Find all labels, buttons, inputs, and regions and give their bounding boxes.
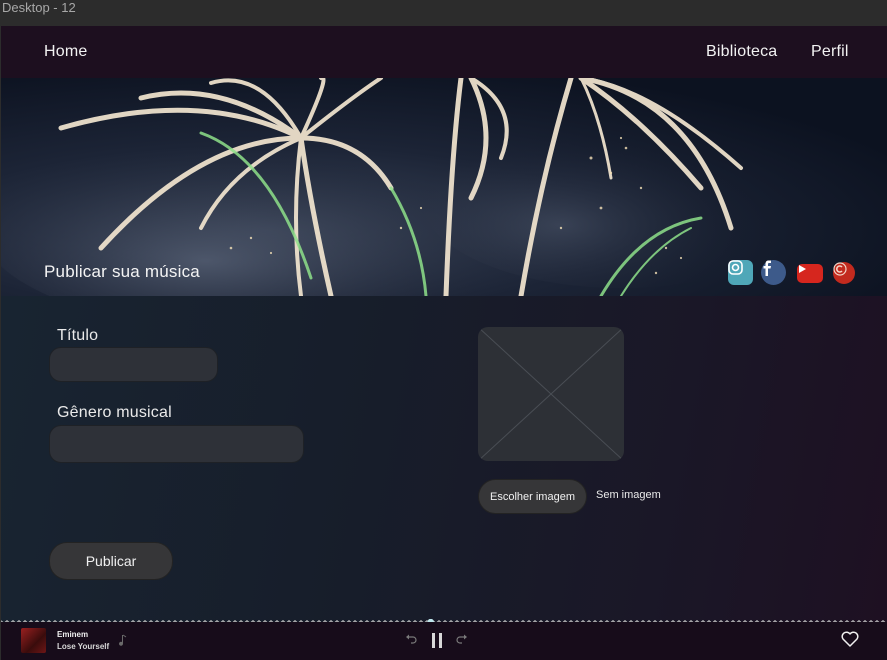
choose-image-button[interactable]: Escolher imagem [478, 479, 587, 514]
pause-icon[interactable] [431, 633, 443, 648]
genre-input[interactable] [49, 425, 304, 463]
player-bar: Eminem Lose Yourself [1, 622, 887, 660]
no-image-link[interactable]: Sem imagem [596, 489, 661, 501]
forward-icon[interactable] [456, 634, 468, 644]
fireworks-banner: Publicar sua música [1, 78, 887, 296]
artist-name[interactable]: Eminem [57, 630, 88, 639]
facebook-icon[interactable] [761, 260, 786, 285]
publish-button[interactable]: Publicar [49, 542, 173, 580]
song-title[interactable]: Lose Yourself [57, 642, 109, 651]
instagram-icon[interactable] [728, 260, 753, 285]
image-placeholder [478, 327, 624, 461]
page-title: Publicar sua música [44, 262, 200, 281]
title-label: Título [57, 327, 99, 344]
genre-label: Gênero musical [57, 404, 172, 421]
album-cover[interactable] [21, 628, 46, 653]
title-input[interactable] [49, 347, 218, 382]
youtube-icon[interactable] [797, 264, 823, 283]
heart-icon[interactable] [841, 631, 859, 647]
app-frame: Home Biblioteca Perfil Publicar sua músi… [1, 26, 887, 660]
top-nav: Home Biblioteca Perfil [1, 26, 887, 78]
music-note-icon [119, 634, 127, 646]
nav-library-link[interactable]: Biblioteca [706, 43, 777, 61]
copyright-icon[interactable] [833, 262, 855, 284]
window-title: Desktop - 12 [0, 0, 887, 26]
rewind-icon[interactable] [405, 634, 417, 644]
nav-home-link[interactable]: Home [44, 43, 87, 61]
nav-profile-link[interactable]: Perfil [811, 43, 849, 61]
image-placeholder-icon [478, 327, 624, 461]
